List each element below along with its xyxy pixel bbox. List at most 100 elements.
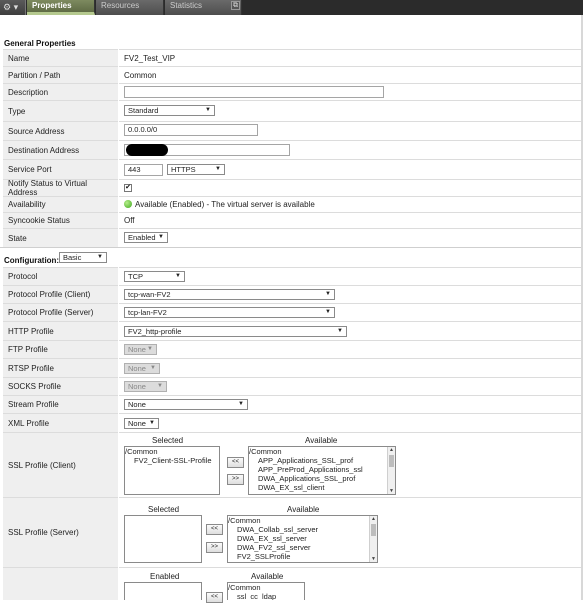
stream-profile-label: Stream Profile <box>3 395 118 413</box>
protocol-profile-server-label: Protocol Profile (Server) <box>3 303 118 321</box>
status-available-icon <box>124 200 132 208</box>
chevron-down-icon: ▼ <box>158 234 164 240</box>
rtsp-profile-select: None ▼ <box>124 363 160 374</box>
row-rtsp-profile: RTSP Profile None ▼ <box>3 358 583 377</box>
name-value: FV2_Test_VIP <box>119 49 583 66</box>
ssl-server-selected-list[interactable] <box>124 515 202 563</box>
tab-resources[interactable]: Resources <box>96 0 164 15</box>
availability-label: Availability <box>3 196 118 212</box>
row-description: Description <box>3 83 583 100</box>
name-label: Name <box>3 49 118 66</box>
ssl-server-remove-button[interactable]: >> <box>206 542 223 553</box>
list-item[interactable]: /Common <box>249 447 395 456</box>
partition-label: Partition / Path <box>3 66 118 83</box>
list-item[interactable]: /Common <box>228 583 304 592</box>
list-item[interactable]: DWA_EX_ssl_client <box>249 483 395 492</box>
ssl-profile-client-label: SSL Profile (Client) <box>3 432 118 497</box>
ssl-client-add-button[interactable]: << <box>227 457 244 468</box>
list-item[interactable]: APP_PreProd_Applications_ssl <box>249 465 395 474</box>
list-item[interactable]: DWA_EX_ssl_server <box>228 534 377 543</box>
chevron-down-icon: ▼ <box>215 166 221 172</box>
stream-profile-select[interactable]: None ▼ <box>124 399 248 410</box>
row-name: Name FV2_Test_VIP <box>3 49 583 66</box>
next-enabled-header: Enabled <box>150 572 180 581</box>
ftp-profile-select: None ▼ <box>124 344 157 355</box>
ssl-client-selected-list[interactable]: /Common FV2_Client-SSL-Profile <box>124 446 220 495</box>
source-address-input[interactable]: 0.0.0.0/0 <box>124 124 258 136</box>
row-notify-status: Notify Status to Virtual Address ✔ <box>3 179 583 197</box>
list-item[interactable]: FV2_SSLProfile <box>228 552 377 561</box>
notify-status-label: Notify Status to Virtual Address <box>3 179 118 197</box>
chevron-down-icon: ▼ <box>337 328 343 334</box>
next-available-header: Available <box>251 572 284 581</box>
ssl-server-add-button[interactable]: << <box>206 524 223 535</box>
redaction-mark <box>126 144 168 156</box>
chevron-down-icon: ▼ <box>157 383 163 389</box>
syncookie-status-label: Syncookie Status <box>3 212 118 228</box>
description-input[interactable] <box>124 86 384 98</box>
scrollbar-thumb[interactable] <box>371 524 376 536</box>
row-service-port: Service Port 443 HTTPS ▼ <box>3 159 583 179</box>
chevron-down-icon: ▼ <box>149 420 155 426</box>
chevron-down-icon: ▼ <box>147 346 153 352</box>
source-address-label: Source Address <box>3 121 118 140</box>
service-port-select[interactable]: HTTPS ▼ <box>167 164 225 175</box>
next-available-list[interactable]: /Common ssl_cc_ldap <box>227 582 305 600</box>
gear-icon: ⚙ ▾ <box>3 2 19 12</box>
row-availability: Availability Available (Enabled) - The v… <box>3 196 583 212</box>
protocol-select[interactable]: TCP ▼ <box>124 271 185 282</box>
list-item[interactable]: DWA_Applications_SSL_prof <box>249 474 395 483</box>
rtsp-profile-label: RTSP Profile <box>3 358 118 377</box>
row-syncookie-status: Syncookie Status Off <box>3 212 583 228</box>
list-item[interactable]: ssl_cc_ldap <box>228 592 304 600</box>
list-item[interactable]: DWA_Collab_ssl_server <box>228 525 377 534</box>
protocol-profile-client-select[interactable]: tcp-wan-FV2 ▼ <box>124 289 335 300</box>
next-add-button[interactable]: << <box>206 592 223 603</box>
configuration-mode-select[interactable]: Basic ▼ <box>59 252 107 263</box>
ssl-client-remove-button[interactable]: >> <box>227 474 244 485</box>
scroll-up-icon[interactable]: ▲ <box>389 447 394 453</box>
destination-address-label: Destination Address <box>3 140 118 159</box>
ssl-server-available-header: Available <box>287 505 320 514</box>
type-select[interactable]: Standard ▼ <box>124 105 215 116</box>
socks-profile-label: SOCKS Profile <box>3 377 118 395</box>
popout-icon[interactable]: ⧉ <box>231 1 240 10</box>
scroll-down-icon[interactable]: ▼ <box>389 488 394 494</box>
protocol-label: Protocol <box>3 267 118 285</box>
protocol-profile-server-select[interactable]: tcp-lan-FV2 ▼ <box>124 307 335 318</box>
list-item[interactable]: /Common <box>125 447 219 456</box>
row-stream-profile: Stream Profile None ▼ <box>3 395 583 413</box>
list-item[interactable]: DWA_FV2_ssl_server <box>228 543 377 552</box>
scroll-up-icon[interactable]: ▲ <box>371 516 376 522</box>
list-item[interactable]: /Common <box>228 516 377 525</box>
gear-menu-button[interactable]: ⚙ ▾ <box>0 0 26 15</box>
chevron-down-icon: ▼ <box>325 309 331 315</box>
list-item[interactable]: FV2_Client-SSL-Profile <box>125 456 219 465</box>
tab-properties[interactable]: Properties <box>27 0 95 15</box>
state-label: State <box>3 228 118 247</box>
xml-profile-select[interactable]: None ▼ <box>124 418 159 429</box>
section-divider <box>0 247 583 248</box>
scrollbar-thumb[interactable] <box>389 455 394 467</box>
protocol-profile-client-label: Protocol Profile (Client) <box>3 285 118 303</box>
description-label: Description <box>3 83 118 100</box>
service-port-label: Service Port <box>3 159 118 179</box>
scrollbar[interactable]: ▲ ▼ <box>387 447 395 494</box>
chevron-down-icon: ▼ <box>205 107 211 113</box>
chevron-down-icon: ▼ <box>97 254 103 260</box>
ssl-server-available-list[interactable]: /Common DWA_Collab_ssl_server DWA_EX_ssl… <box>227 515 378 563</box>
type-label: Type <box>3 100 118 121</box>
http-profile-select[interactable]: FV2_http-profile ▼ <box>124 326 347 337</box>
http-profile-label: HTTP Profile <box>3 321 118 340</box>
list-item[interactable]: APP_Applications_SSL_prof <box>249 456 395 465</box>
service-port-input[interactable]: 443 <box>124 164 163 176</box>
state-select[interactable]: Enabled ▼ <box>124 232 168 243</box>
ssl-client-available-list[interactable]: /Common APP_Applications_SSL_prof APP_Pr… <box>248 446 396 495</box>
scrollbar[interactable]: ▲ ▼ <box>369 516 377 562</box>
configuration-title: Configuration: <box>4 256 60 265</box>
row-partition: Partition / Path Common <box>3 66 583 83</box>
row-type: Type Standard ▼ <box>3 100 583 121</box>
scroll-down-icon[interactable]: ▼ <box>371 556 376 562</box>
notify-status-checkbox[interactable]: ✔ <box>124 184 132 192</box>
next-enabled-list[interactable] <box>124 582 202 600</box>
